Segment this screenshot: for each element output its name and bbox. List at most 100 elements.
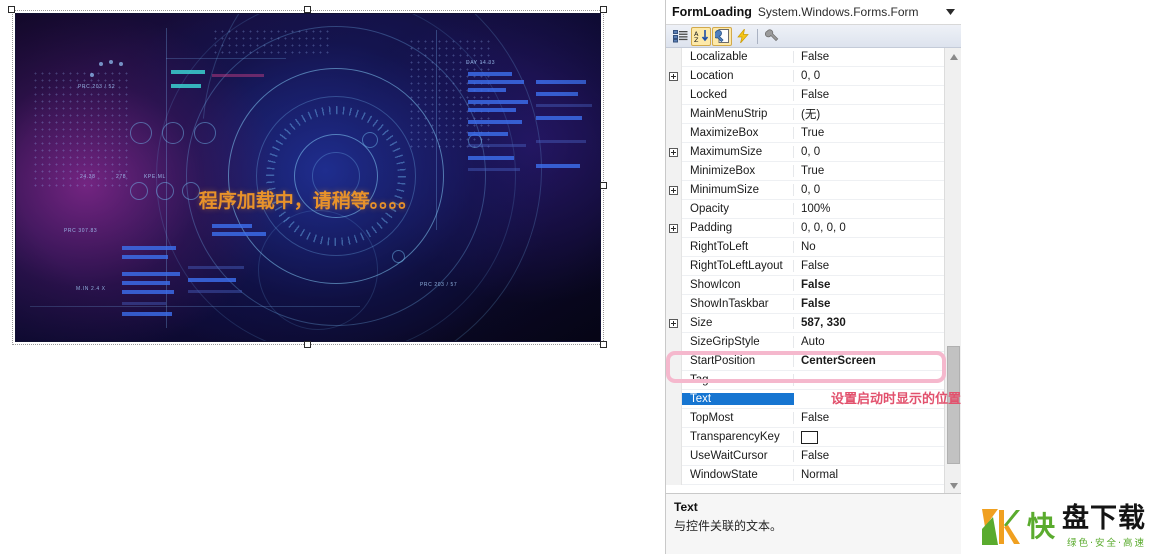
property-value[interactable]: False	[794, 298, 944, 310]
resize-handle-bottom-center[interactable]	[304, 341, 311, 348]
property-value[interactable]: 100%	[794, 203, 944, 215]
row-gutter	[666, 256, 682, 276]
form-design-wrapper[interactable]: PRC 203 / 52 DAY 14.33 24.38 278 KPE.ML …	[8, 6, 607, 348]
property-row-startposition[interactable]: StartPosition CenterScreen	[666, 351, 944, 371]
property-row-topmost[interactable]: TopMost False	[666, 408, 944, 428]
form-preview-canvas[interactable]: PRC 203 / 52 DAY 14.33 24.38 278 KPE.ML …	[15, 13, 601, 342]
categorized-view-button[interactable]	[670, 27, 690, 46]
property-value[interactable]: False	[794, 51, 944, 63]
plus-icon[interactable]	[669, 185, 678, 195]
logo-tagline: 绿色·安全·高速	[1066, 538, 1147, 550]
row-gutter	[666, 370, 682, 390]
property-name: TopMost	[682, 412, 794, 424]
property-pages-button[interactable]	[762, 27, 782, 46]
property-value[interactable]: False	[794, 260, 944, 272]
property-value[interactable]: 0, 0	[794, 146, 944, 158]
property-value[interactable]: True	[794, 165, 944, 177]
description-text: 与控件关联的文本。	[674, 519, 783, 533]
property-value[interactable]: 587, 330	[794, 317, 944, 329]
row-gutter	[666, 465, 682, 485]
logo-kuai-char: 快	[1027, 510, 1056, 544]
property-row-sizegripstyle[interactable]: SizeGripStyle Auto	[666, 332, 944, 352]
plus-icon[interactable]	[669, 318, 678, 328]
expand-toggle-size[interactable]	[666, 313, 682, 333]
property-value[interactable]: True	[794, 127, 944, 139]
property-name: UseWaitCursor	[682, 450, 794, 462]
property-row-showicon[interactable]: ShowIcon False	[666, 275, 944, 295]
property-name: WindowState	[682, 469, 794, 481]
expand-toggle-location[interactable]	[666, 66, 682, 86]
watermark-logo: 快 盘下载 绿色·安全·高速	[980, 504, 1147, 550]
property-value[interactable]: (无)	[794, 106, 944, 122]
property-row-padding[interactable]: Padding 0, 0, 0, 0	[666, 218, 944, 238]
plus-icon[interactable]	[669, 71, 678, 81]
property-value[interactable]	[794, 430, 944, 444]
property-value[interactable]: False	[794, 89, 944, 101]
property-row-location[interactable]: Location 0, 0	[666, 66, 944, 86]
property-row-transparencykey[interactable]: TransparencyKey	[666, 427, 944, 447]
property-value[interactable]: 0, 0	[794, 70, 944, 82]
property-value[interactable]: False	[794, 450, 944, 462]
property-value[interactable]: CenterScreen	[794, 355, 944, 367]
property-row-maximumsize[interactable]: MaximumSize 0, 0	[666, 142, 944, 162]
description-title: Text	[674, 500, 698, 514]
resize-handle-middle-right[interactable]	[600, 182, 607, 189]
alphabetical-sort-button[interactable]: A Z	[691, 26, 711, 46]
property-name: Padding	[682, 222, 794, 234]
property-value[interactable]: 0, 0	[794, 184, 944, 196]
resize-handle-top-right[interactable]	[600, 6, 607, 13]
form-designer-surface[interactable]: PRC 203 / 52 DAY 14.33 24.38 278 KPE.ML …	[0, 0, 665, 554]
events-view-button[interactable]	[733, 27, 753, 46]
color-swatch[interactable]	[801, 430, 818, 444]
expand-toggle-padding[interactable]	[666, 218, 682, 238]
property-row-righttoleftlayout[interactable]: RightToLeftLayout False	[666, 256, 944, 276]
scroll-down-arrow-icon[interactable]	[945, 477, 961, 493]
property-row-windowstate[interactable]: WindowState Normal	[666, 465, 944, 485]
properties-toolbar[interactable]: A Z	[666, 25, 961, 48]
resize-handle-top-left[interactable]	[8, 6, 15, 13]
property-row-minimizebox[interactable]: MinimizeBox True	[666, 161, 944, 181]
property-rows-list[interactable]: Localizable False Location 0, 0 Locked False M…	[666, 48, 961, 494]
property-name: ShowInTaskbar	[682, 298, 794, 310]
property-name: TransparencyKey	[682, 431, 794, 443]
property-value[interactable]: 0, 0, 0, 0	[794, 222, 944, 234]
annotation-label: 设置启动时显示的位置	[831, 392, 962, 407]
property-row-usewaitcursor[interactable]: UseWaitCursor False	[666, 446, 944, 466]
scroll-up-arrow-icon[interactable]	[945, 48, 961, 65]
property-value[interactable]: False	[794, 412, 944, 424]
property-row-minimumsize[interactable]: MinimumSize 0, 0	[666, 180, 944, 200]
properties-view-button[interactable]	[712, 26, 732, 46]
row-gutter	[666, 446, 682, 466]
logo-k-mark-icon	[980, 507, 1020, 547]
property-row-localizable[interactable]: Localizable False	[666, 48, 944, 67]
properties-window[interactable]: FormLoading System.Windows.Forms.Form A …	[665, 0, 961, 554]
plus-icon[interactable]	[669, 223, 678, 233]
property-name: MinimizeBox	[682, 165, 794, 177]
property-row-size[interactable]: Size 587, 330	[666, 313, 944, 333]
property-name: Opacity	[682, 203, 794, 215]
expand-toggle-maximumsize[interactable]	[666, 142, 682, 162]
resize-handle-top-center[interactable]	[304, 6, 311, 13]
property-value[interactable]: False	[794, 279, 944, 291]
row-gutter	[666, 294, 682, 314]
object-selector-combo[interactable]: FormLoading System.Windows.Forms.Form	[666, 0, 961, 25]
property-row-opacity[interactable]: Opacity 100%	[666, 199, 944, 219]
expand-toggle-minimumsize[interactable]	[666, 180, 682, 200]
property-row-showintaskbar[interactable]: ShowInTaskbar False	[666, 294, 944, 314]
property-row-righttoleft[interactable]: RightToLeft No	[666, 237, 944, 257]
properties-scrollbar[interactable]	[944, 48, 961, 493]
hud-vignette	[16, 14, 600, 341]
row-gutter	[666, 351, 682, 371]
resize-handle-bottom-right[interactable]	[600, 341, 607, 348]
property-value[interactable]: Normal	[794, 469, 944, 481]
property-row-mainmenustrip[interactable]: MainMenuStrip (无)	[666, 104, 944, 124]
property-value[interactable]: Auto	[794, 336, 944, 348]
plus-icon[interactable]	[669, 147, 678, 157]
row-gutter	[666, 427, 682, 447]
property-value[interactable]: No	[794, 241, 944, 253]
property-name: MainMenuStrip	[682, 108, 794, 120]
property-name: Size	[682, 317, 794, 329]
property-row-maximizebox[interactable]: MaximizeBox True	[666, 123, 944, 143]
chevron-down-icon[interactable]	[944, 0, 957, 24]
property-row-locked[interactable]: Locked False	[666, 85, 944, 105]
